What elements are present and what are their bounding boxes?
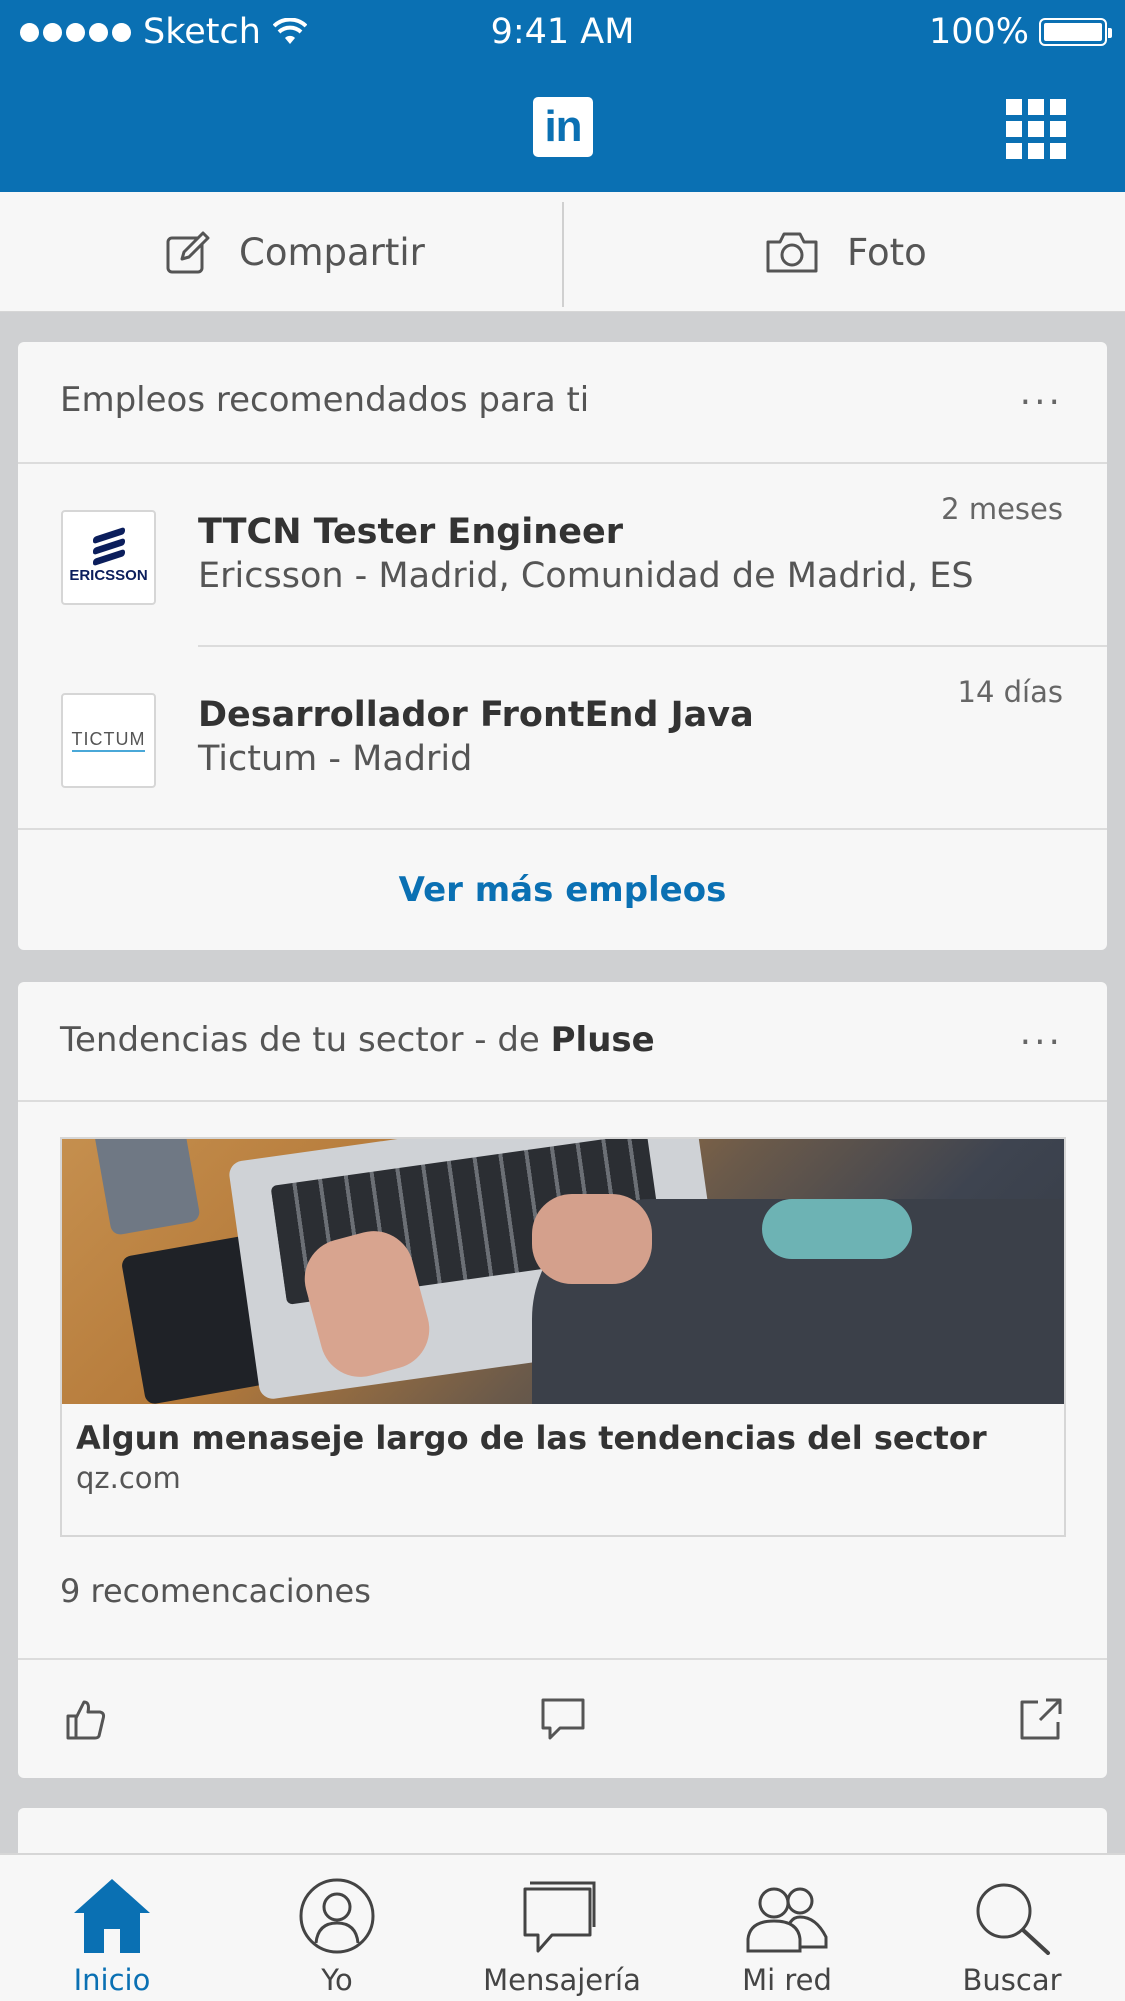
job-company: Ericsson - Madrid, Comunidad de Madrid, … [198, 556, 974, 596]
bottom-tab-bar: Inicio Yo Mensajería Mi red Buscar [0, 1853, 1125, 2001]
tab-mi-red[interactable]: Mi red [687, 1873, 887, 1997]
job-item[interactable]: TICTUM Desarrollador FrontEnd Java Tictu… [18, 647, 1107, 830]
job-age: 14 días [957, 675, 1063, 709]
jobs-card-header: Empleos recomendados para ti ... [18, 342, 1107, 464]
jobs-card: Empleos recomendados para ti ... ERICSSO… [18, 342, 1107, 950]
article-preview[interactable]: Algun menaseje largo de las tendencias d… [60, 1137, 1066, 1537]
apps-grid-icon[interactable] [1006, 99, 1066, 159]
battery-icon [1039, 18, 1112, 46]
tab-label: Mensajería [483, 1963, 641, 1997]
share-bar: Compartir Foto [0, 192, 1125, 312]
post-actions [18, 1658, 1107, 1778]
profile-icon [299, 1878, 375, 1954]
tab-inicio[interactable]: Inicio [12, 1873, 212, 1997]
trends-card-title: Tendencias de tu sector - de Pluse [60, 1020, 655, 1060]
messaging-icon [523, 1881, 596, 1953]
foto-label: Foto [847, 230, 927, 274]
tab-label: Inicio [73, 1963, 151, 1997]
tab-buscar[interactable]: Buscar [912, 1873, 1112, 1997]
ericsson-logo: ERICSSON [61, 510, 156, 605]
tab-label: Yo [321, 1963, 353, 1997]
divider [18, 828, 1107, 830]
compartir-label: Compartir [239, 230, 425, 274]
foto-button[interactable]: Foto [765, 192, 927, 312]
like-icon[interactable] [60, 1694, 110, 1744]
trends-card: Tendencias de tu sector - de Pluse ... A… [18, 982, 1107, 1778]
job-age: 2 meses [941, 492, 1063, 526]
status-bar: Sketch 9:41 AM 100% [0, 0, 1125, 66]
linkedin-logo[interactable]: in [533, 97, 593, 157]
tab-mensajeria[interactable]: Mensajería [462, 1873, 662, 1997]
trends-title-prefix: Tendencias de tu sector - de [60, 1020, 551, 1060]
network-icon [746, 1887, 828, 1953]
tab-label: Buscar [962, 1963, 1062, 1997]
camera-icon [766, 232, 818, 273]
top-bar: Sketch 9:41 AM 100% in [0, 0, 1125, 192]
share-divider [562, 202, 564, 307]
job-item[interactable]: ERICSSON TTCN Tester Engineer Ericsson -… [18, 464, 1107, 647]
battery-percent: 100% [928, 12, 1029, 52]
jobs-card-more-button[interactable]: ... [1020, 372, 1063, 413]
article-image [62, 1139, 1064, 1404]
article-title: Algun menaseje largo de las tendencias d… [76, 1419, 987, 1457]
search-icon [976, 1883, 1050, 1955]
edit-icon [166, 231, 210, 274]
trends-title-source[interactable]: Pluse [551, 1020, 655, 1060]
tab-label: Mi red [742, 1963, 832, 1997]
trends-card-more-button[interactable]: ... [1020, 1012, 1063, 1053]
share-icon[interactable] [1016, 1694, 1066, 1744]
tab-yo[interactable]: Yo [237, 1873, 437, 1997]
recommendations-count[interactable]: 9 recomencaciones [60, 1572, 371, 1610]
comment-icon[interactable] [538, 1694, 588, 1744]
job-title: TTCN Tester Engineer [198, 512, 623, 552]
trends-card-header: Tendencias de tu sector - de Pluse ... [18, 982, 1107, 1102]
compartir-button[interactable]: Compartir [165, 192, 425, 312]
home-icon [74, 1879, 150, 1953]
jobs-card-title: Empleos recomendados para ti [60, 380, 590, 420]
job-title: Desarrollador FrontEnd Java [198, 695, 754, 735]
see-more-jobs-link[interactable]: Ver más empleos [18, 830, 1107, 950]
tictum-logo: TICTUM [61, 693, 156, 788]
article-source: qz.com [76, 1461, 181, 1495]
job-company: Tictum - Madrid [198, 739, 473, 779]
